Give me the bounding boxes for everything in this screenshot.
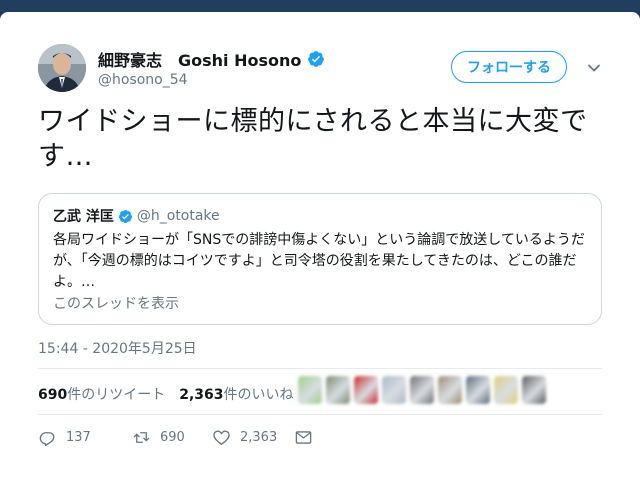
envelope-icon bbox=[295, 431, 312, 444]
liker-avatar[interactable] bbox=[354, 376, 378, 404]
retweets-stat[interactable]: 690件のリツイート bbox=[38, 384, 165, 404]
like-button[interactable]: 2,363 bbox=[212, 428, 294, 447]
tweet-text: ワイドショーに標的にされると本当に大変です… bbox=[38, 106, 588, 172]
author-avatar[interactable] bbox=[38, 44, 86, 92]
engagement-stats: 690件のリツイート 2,363件のいいね bbox=[38, 384, 294, 404]
author-handle[interactable]: @hosono_54 bbox=[98, 72, 188, 88]
reply-count: 137 bbox=[66, 430, 91, 445]
retweet-icon bbox=[133, 432, 150, 443]
divider bbox=[38, 414, 602, 415]
liker-avatar[interactable] bbox=[382, 376, 406, 404]
verified-badge-icon bbox=[308, 51, 325, 67]
action-bar: 137 690 2,363 bbox=[38, 428, 322, 447]
divider bbox=[38, 368, 602, 369]
retweet-count: 690 bbox=[160, 430, 185, 445]
liker-avatar[interactable] bbox=[298, 376, 322, 404]
liker-avatar[interactable] bbox=[522, 376, 546, 404]
author-display-name[interactable]: 細野豪志 Goshi Hosono bbox=[98, 47, 301, 71]
quoted-display-name: 乙武 洋匡 bbox=[53, 209, 114, 225]
heart-icon bbox=[213, 430, 230, 445]
avatar-photo bbox=[38, 44, 86, 92]
quoted-tweet-header: 乙武 洋匡 @h_ototake bbox=[53, 206, 220, 226]
direct-message-button[interactable] bbox=[294, 428, 322, 447]
quoted-tweet-text: 各局ワイドショーが「SNSでの誹謗中傷よくない」という論調で放送しているようだが… bbox=[53, 232, 585, 290]
reply-icon bbox=[39, 432, 55, 447]
retweet-button[interactable]: 690 bbox=[132, 428, 212, 447]
tweet-timestamp[interactable]: 15:44 - 2020年5月25日 bbox=[38, 338, 197, 358]
author-name-row: 細野豪志 Goshi Hosono bbox=[98, 47, 325, 71]
likes-stat[interactable]: 2,363件のいいね bbox=[179, 384, 293, 404]
retweets-label: 件のリツイート bbox=[67, 387, 166, 403]
liker-avatar[interactable] bbox=[438, 376, 462, 404]
liker-avatar[interactable] bbox=[466, 376, 490, 404]
show-thread-link[interactable]: このスレッドを表示 bbox=[53, 293, 179, 313]
verified-badge-icon bbox=[118, 209, 132, 223]
liker-avatars bbox=[298, 376, 558, 408]
top-bar bbox=[0, 0, 640, 12]
reply-button[interactable]: 137 bbox=[38, 428, 132, 447]
chevron-down-icon[interactable] bbox=[586, 60, 602, 76]
likes-label: 件のいいね bbox=[223, 387, 294, 403]
liker-avatar[interactable] bbox=[326, 376, 350, 404]
follow-button[interactable]: フォローする bbox=[451, 51, 567, 83]
quoted-handle: @h_ototake bbox=[136, 208, 220, 224]
quoted-tweet[interactable]: 乙武 洋匡 @h_ototake 各局ワイドショーが「SNSでの誹謗中傷よくない… bbox=[38, 193, 602, 325]
likes-count: 2,363 bbox=[179, 387, 224, 403]
liker-avatar[interactable] bbox=[410, 376, 434, 404]
retweets-count: 690 bbox=[38, 387, 68, 403]
like-count: 2,363 bbox=[240, 430, 278, 445]
liker-avatar[interactable] bbox=[494, 376, 518, 404]
